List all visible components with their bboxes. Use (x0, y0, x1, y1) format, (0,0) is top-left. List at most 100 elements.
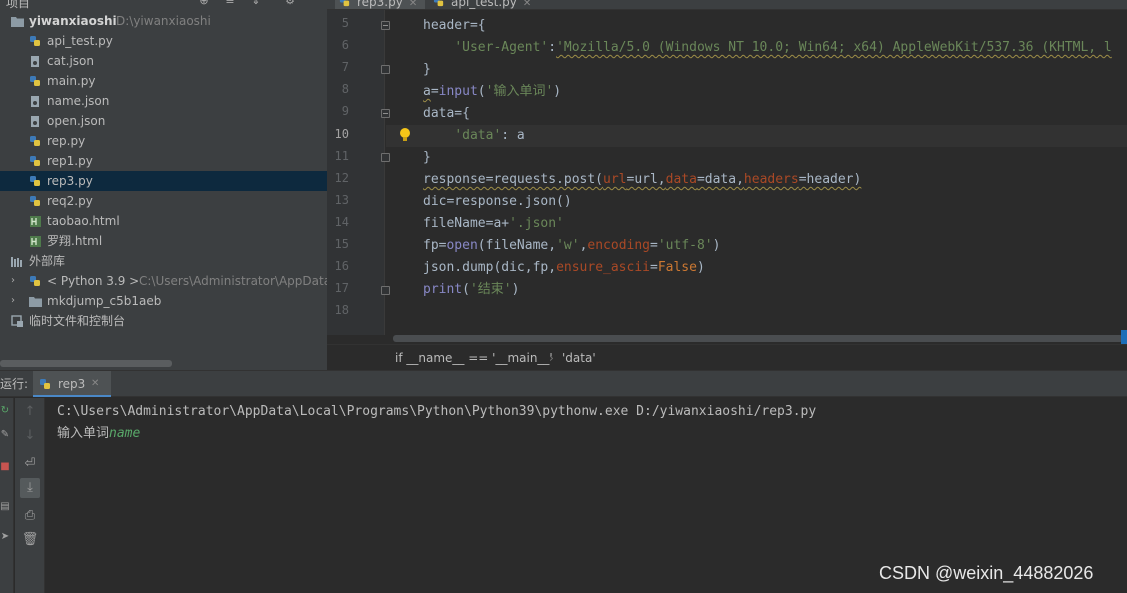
close-icon[interactable]: ✕ (409, 0, 417, 9)
folder-icon (29, 297, 42, 307)
tab-api-test[interactable]: api_test.py ✕ (429, 0, 539, 9)
python-file-icon (30, 136, 40, 146)
tree-file-label: api_test.py (47, 34, 113, 48)
json-file-icon (31, 96, 39, 107)
arrow-up-icon[interactable]: ↑ (20, 402, 40, 422)
code-token: : (548, 40, 557, 55)
python-file-icon (30, 76, 40, 86)
console-output[interactable]: C:\Users\Administrator\AppData\Local\Pro… (57, 401, 816, 445)
close-icon[interactable]: ✕ (523, 0, 531, 9)
trash-icon[interactable]: 🗑 (20, 530, 40, 550)
tree-file-cat-json[interactable]: cat.json (0, 51, 327, 71)
tab-label: api_test.py (451, 0, 517, 9)
project-panel-title[interactable]: 项目 (6, 0, 30, 9)
code-line-16: json.dump(dic,fp,ensure_ascii=False) (423, 257, 705, 279)
code-line-14: fileName=a+'.json' (423, 213, 564, 235)
tree-scratches-label: 临时文件和控制台 (29, 314, 126, 328)
code-line-9: data={ (423, 103, 470, 125)
code-token: ( (462, 282, 470, 297)
run-panel-header: 运行: rep3 ✕ (0, 371, 1127, 397)
python-icon (30, 276, 40, 286)
code-token: ) (712, 238, 721, 253)
scroll-to-end-icon[interactable]: ⤓ (20, 478, 40, 498)
tree-file-api-test[interactable]: api_test.py (0, 31, 327, 51)
tree-external-libraries[interactable]: 外部库 (0, 251, 327, 271)
stop-icon[interactable]: ■ (0, 462, 10, 472)
breadcrumb-item-data[interactable]: 'data' (562, 345, 596, 370)
tree-file-req2[interactable]: req2.py (0, 191, 327, 211)
tree-file-label: rep.py (47, 134, 86, 148)
tree-file-label: rep1.py (47, 154, 93, 168)
code-keyword: False (657, 260, 697, 275)
project-panel-header: 项目 ⊕ ≡ ⇕ ⚙ (0, 0, 327, 9)
tree-file-rep3[interactable]: rep3.py (0, 171, 327, 191)
locate-icon[interactable]: ⊕ (198, 0, 210, 7)
tree-root-name: yiwanxiaoshi (29, 14, 117, 28)
tree-file-taobao-html[interactable]: taobao.html (0, 211, 327, 231)
layout-icon[interactable]: ▤ (0, 502, 10, 512)
code-token: (fileName, (477, 238, 557, 253)
code-keyword-arg: encoding (587, 238, 651, 253)
fold-marker-icon[interactable] (381, 109, 390, 118)
code-line-13: dic=response.json() (423, 191, 572, 213)
code-string: 'data' (454, 128, 502, 143)
code-token: header={ (423, 18, 486, 33)
collapse-icon[interactable]: ≡ (224, 0, 236, 7)
rerun-icon[interactable]: ↻ (0, 406, 10, 416)
fold-end-icon[interactable] (381, 286, 390, 295)
arrow-down-icon[interactable]: ↓ (20, 426, 40, 446)
code-line-8: a=input('输入单词') (423, 81, 561, 103)
code-builtin: input (438, 84, 478, 99)
close-icon[interactable]: ✕ (91, 371, 99, 397)
chevron-right-icon[interactable]: › (11, 271, 21, 291)
tab-rep3[interactable]: rep3.py ✕ (335, 0, 426, 9)
run-tab-rep3[interactable]: rep3 ✕ (33, 371, 111, 397)
code-token: = (650, 238, 658, 253)
python-file-icon (30, 156, 40, 166)
code-string: 'w' (556, 238, 580, 253)
line-number: 9 (341, 104, 349, 118)
pin-icon[interactable]: ➤ (0, 532, 10, 542)
print-icon[interactable]: ⎙ (20, 506, 40, 526)
expand-icon[interactable]: ⇕ (250, 0, 262, 7)
lightbulb-icon[interactable] (399, 127, 411, 143)
console-command: C:\Users\Administrator\AppData\Local\Pro… (57, 404, 817, 419)
run-console-toolbar: ↑ ↓ ⏎ ⤓ ⎙ 🗑 (15, 398, 45, 593)
fold-end-icon[interactable] (381, 153, 390, 162)
tree-file-open-json[interactable]: open.json (0, 111, 327, 131)
code-token: =url, (626, 172, 666, 187)
tree-file-main[interactable]: main.py (0, 71, 327, 91)
editor-horizontal-scrollbar[interactable] (393, 335, 1123, 342)
code-keyword-arg: headers (743, 172, 799, 187)
fold-end-icon[interactable] (381, 65, 390, 74)
breadcrumb-item-main[interactable]: if __name__ == '__main__' (395, 345, 553, 370)
tree-external-libraries-label: 外部库 (29, 254, 66, 268)
code-keyword-arg: ensure_ascii (556, 260, 650, 275)
gear-icon[interactable]: ⚙ (284, 0, 296, 7)
tree-scratches[interactable]: 临时文件和控制台 (0, 311, 327, 331)
code-token: dic=response.json() (423, 194, 572, 209)
line-number: 14 (334, 215, 349, 229)
soft-wrap-icon[interactable]: ⏎ (20, 454, 40, 474)
tree-python-sdk[interactable]: › < Python 3.9 > C:\Users\Administrator\… (0, 271, 327, 291)
tree-root-folder[interactable]: yiwanxiaoshi D:\yiwanxiaoshi (0, 11, 327, 31)
line-number: 11 (334, 149, 349, 163)
code-keyword-arg: data (665, 172, 697, 187)
tree-file-label: cat.json (47, 54, 95, 68)
tree-file-name-json[interactable]: name.json (0, 91, 327, 111)
code-string: 'User-Agent' (454, 40, 549, 55)
tree-file-label: taobao.html (47, 214, 120, 228)
project-panel-scrollbar[interactable] (0, 360, 172, 367)
fold-marker-icon[interactable] (381, 21, 390, 30)
wrench-icon[interactable]: ✎ (0, 430, 10, 440)
code-line-6: 'User-Agent':'Mozilla/5.0 (Windows NT 10… (423, 37, 1111, 59)
tree-file-rep1[interactable]: rep1.py (0, 151, 327, 171)
code-token: } (423, 150, 431, 165)
line-number-current: 10 (334, 127, 349, 141)
line-number: 18 (334, 303, 349, 317)
tree-file-rep[interactable]: rep.py (0, 131, 327, 151)
chevron-right-icon[interactable]: › (11, 291, 21, 311)
tree-mkdjump[interactable]: › mkdjump_c5b1aeb (0, 291, 327, 311)
tree-file-luoxiang-html[interactable]: 罗翔.html (0, 231, 327, 251)
code-editor[interactable]: rep3.py ✕ api_test.py ✕ 5 6 7 8 9 10 11 12… (327, 0, 1127, 370)
